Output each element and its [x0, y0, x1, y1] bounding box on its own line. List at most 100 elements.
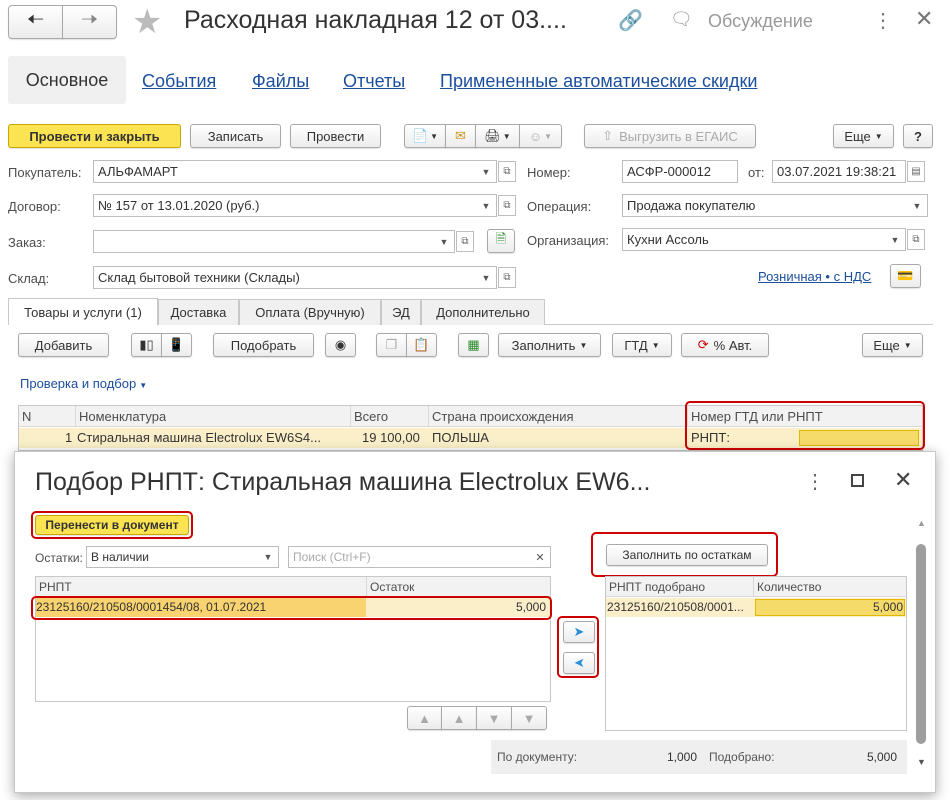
- fill-button[interactable]: Заполнить ▼: [498, 333, 601, 357]
- search-input[interactable]: Поиск (Ctrl+F) ✕: [288, 546, 551, 568]
- number-label: Номер:: [527, 165, 571, 180]
- pick-button[interactable]: Подобрать: [213, 333, 314, 357]
- chevron-down-icon[interactable]: ▼: [476, 161, 496, 182]
- goods-more-label: Еще: [873, 337, 900, 353]
- open-icon[interactable]: ⧉: [498, 161, 516, 182]
- tab-main[interactable]: Основное: [8, 56, 126, 104]
- egais-label: Выгрузить в ЕГАИС: [619, 128, 738, 144]
- more-button[interactable]: Еще ▼: [833, 124, 894, 148]
- document-add-icon: 🗎: [495, 231, 507, 246]
- chevron-down-icon[interactable]: ▼: [434, 231, 454, 252]
- egais-upload-button[interactable]: ⇧ Выгрузить в ЕГАИС: [584, 124, 756, 148]
- rnpt-dialog: Подбор РНПТ: Стиральная машина Electrolu…: [14, 451, 936, 793]
- menu-kebab-icon[interactable]: ⋮: [873, 8, 893, 33]
- tab-reports[interactable]: Отчеты: [343, 71, 405, 92]
- first-page-button[interactable]: ▲: [407, 706, 442, 730]
- scrollbar-thumb[interactable]: [916, 544, 926, 744]
- scroll-up-icon[interactable]: ▲: [917, 518, 926, 528]
- last-page-button[interactable]: ▼: [511, 706, 547, 730]
- rnpt-picked-table: РНПТ подобрано Количество 23125160/21050…: [605, 576, 907, 731]
- contract-field[interactable]: № 157 от 13.01.2020 (руб.) ▼: [93, 194, 497, 217]
- envelope-icon: ✉: [455, 128, 466, 143]
- create-order-button[interactable]: 🗎: [487, 229, 515, 253]
- tab-events[interactable]: События: [142, 71, 216, 92]
- operation-field[interactable]: Продажа покупателю ▼: [622, 194, 928, 217]
- mail-button[interactable]: ✉: [445, 124, 476, 148]
- stock-select[interactable]: В наличии ▼: [86, 546, 279, 568]
- print-button[interactable]: 🖨 ▼: [475, 124, 520, 148]
- col-country[interactable]: Страна происхождения: [432, 409, 574, 424]
- save-button[interactable]: Записать: [190, 124, 281, 148]
- forward-button[interactable]: 🠢: [62, 5, 117, 39]
- scroll-down-icon[interactable]: ▼: [917, 757, 926, 767]
- tab-extra[interactable]: Дополнительно: [421, 299, 545, 325]
- payment-card-button[interactable]: 💳: [890, 264, 921, 288]
- row-n: 1: [65, 430, 73, 445]
- tab-files[interactable]: Файлы: [252, 71, 309, 92]
- goods-more-button[interactable]: Еще ▼: [862, 333, 923, 357]
- scanner-button[interactable]: 📱: [161, 333, 192, 357]
- gtd-button[interactable]: ГТД ▼: [612, 333, 672, 357]
- maximize-icon[interactable]: [851, 474, 864, 487]
- tab-delivery[interactable]: Доставка: [158, 299, 239, 325]
- warehouse-field[interactable]: Склад бытовой техники (Склады) ▼: [93, 266, 497, 289]
- link-icon[interactable]: 🔗: [618, 8, 643, 33]
- tab-payment[interactable]: Оплата (Вручную): [239, 299, 381, 325]
- discussion-link[interactable]: Обсуждение: [708, 11, 813, 32]
- col-qty[interactable]: Количество: [757, 580, 821, 594]
- copy-button[interactable]: ❐: [376, 333, 407, 357]
- col-n[interactable]: N: [22, 409, 31, 424]
- fill-label: Заполнить: [511, 337, 576, 353]
- tab-discounts[interactable]: Примененные автоматические скидки: [440, 71, 757, 92]
- create-based-button[interactable]: 📄 ▼: [404, 124, 446, 148]
- chevron-down-icon[interactable]: ▼: [885, 229, 905, 250]
- discussion-icon[interactable]: 🗨: [670, 9, 693, 30]
- col-item[interactable]: Номенклатура: [79, 409, 166, 424]
- date-field[interactable]: 03.07.2021 19:38:21: [772, 160, 906, 183]
- back-button[interactable]: 🠠: [8, 5, 63, 39]
- chevron-down-icon[interactable]: ▼: [258, 547, 278, 567]
- table-row[interactable]: 23125160/210508/0001... 5,000: [606, 598, 906, 617]
- open-icon[interactable]: ⧉: [907, 229, 925, 250]
- auto-discount-button[interactable]: ⟳ % Авт.: [681, 333, 769, 357]
- calendar-icon[interactable]: ▤: [907, 161, 925, 182]
- add-button[interactable]: Добавить: [18, 333, 109, 357]
- open-icon[interactable]: ⧉: [456, 231, 474, 252]
- view-button[interactable]: ◉: [325, 333, 356, 357]
- buyer-field[interactable]: АЛЬФАМАРТ ▼: [93, 160, 497, 183]
- post-button[interactable]: Провести: [290, 124, 381, 148]
- tab-ed[interactable]: ЭД: [381, 299, 421, 325]
- next-page-button[interactable]: ▼: [476, 706, 512, 730]
- status-button[interactable]: ☺ ▼: [519, 124, 562, 148]
- help-button[interactable]: ?: [903, 124, 933, 148]
- dialog-menu-icon[interactable]: ⋮: [805, 469, 825, 494]
- rnpt-row-highlight: [31, 596, 552, 620]
- tab-goods[interactable]: Товары и услуги (1): [8, 298, 158, 325]
- row-country: ПОЛЬША: [432, 430, 489, 445]
- chevron-down-icon[interactable]: ▼: [907, 195, 927, 216]
- paste-button[interactable]: 📋: [406, 333, 437, 357]
- col-rnpt[interactable]: РНПТ: [39, 580, 72, 594]
- prev-page-button[interactable]: ▲: [441, 706, 477, 730]
- clear-icon[interactable]: ✕: [530, 547, 550, 567]
- dialog-close-icon[interactable]: ✕: [894, 467, 912, 493]
- open-icon[interactable]: ⧉: [498, 195, 516, 216]
- chevron-down-icon[interactable]: ▼: [476, 195, 496, 216]
- table-settings-button[interactable]: ▦: [458, 333, 489, 357]
- open-icon[interactable]: ⧉: [498, 267, 516, 288]
- barcode-button[interactable]: ▮▯: [131, 333, 162, 357]
- operation-value: Продажа покупателю: [627, 198, 756, 213]
- number-field[interactable]: АСФР-000012: [622, 160, 738, 183]
- star-icon[interactable]: ★: [132, 2, 162, 42]
- col-rnpt-picked[interactable]: РНПТ подобрано: [609, 580, 705, 594]
- org-field[interactable]: Кухни Ассоль ▼: [622, 228, 906, 251]
- col-total[interactable]: Всего: [354, 409, 388, 424]
- post-and-close-button[interactable]: Провести и закрыть: [8, 124, 181, 148]
- check-pick-link[interactable]: Проверка и подбор ▼: [20, 376, 147, 391]
- col-rest[interactable]: Остаток: [370, 580, 414, 594]
- order-field[interactable]: ▼: [93, 230, 455, 253]
- chevron-down-icon[interactable]: ▼: [476, 267, 496, 288]
- buyer-label: Покупатель:: [8, 165, 82, 180]
- vat-link[interactable]: Розничная • с НДС: [758, 269, 871, 284]
- window-close-icon[interactable]: ✕: [915, 6, 933, 32]
